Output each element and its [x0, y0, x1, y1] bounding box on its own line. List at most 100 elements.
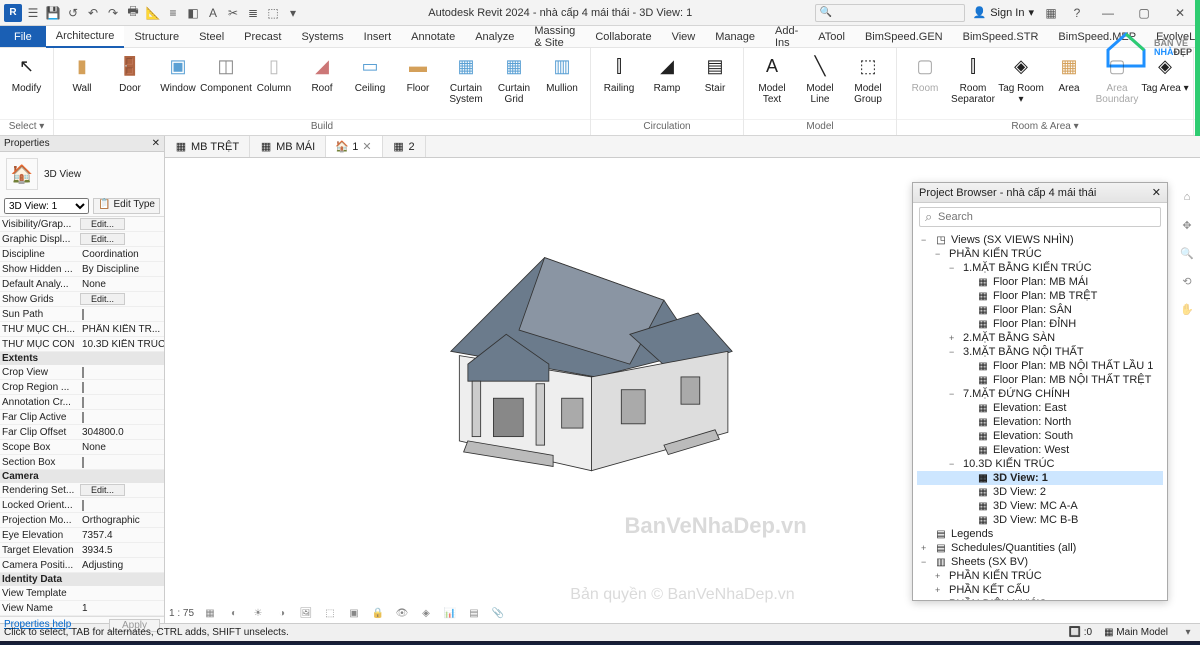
- pb-search-input[interactable]: [919, 207, 1161, 227]
- edit-button[interactable]: Edit...: [80, 218, 125, 230]
- property-row[interactable]: Show GridsEdit...: [0, 292, 164, 307]
- mullion-button[interactable]: ▥Mullion: [538, 51, 586, 96]
- print-icon[interactable]: 🖶: [124, 4, 142, 22]
- tree-node[interactable]: ▦Floor Plan: ĐỈNH: [917, 317, 1163, 331]
- property-row[interactable]: Locked Orient...: [0, 498, 164, 513]
- tag-room-button[interactable]: ◈Tag Room ▾: [997, 51, 1045, 107]
- tree-node[interactable]: ▦Floor Plan: MB TRỆT: [917, 289, 1163, 303]
- tree-twisty-icon[interactable]: +: [935, 599, 945, 600]
- property-row[interactable]: THƯ MỤC CON10.3D KIẾN TRÚC: [0, 337, 164, 352]
- property-row[interactable]: View Name1: [0, 601, 164, 616]
- props-close-icon[interactable]: ✕: [152, 138, 160, 149]
- zoom-icon[interactable]: 🔍: [1178, 244, 1196, 262]
- tree-twisty-icon[interactable]: −: [949, 389, 959, 399]
- close-icon[interactable]: ✕: [362, 140, 371, 153]
- stair-button[interactable]: ▤Stair: [691, 51, 739, 96]
- tree-twisty-icon[interactable]: −: [935, 249, 945, 259]
- view-tab[interactable]: ▦2: [383, 136, 426, 157]
- room-sep-button[interactable]: ⫿Room Separator: [949, 51, 997, 107]
- property-row[interactable]: Graphic Displ...Edit...: [0, 232, 164, 247]
- modify-button[interactable]: ↖Modify: [4, 51, 49, 96]
- edit-button[interactable]: Edit...: [80, 484, 125, 496]
- property-row[interactable]: Rendering Set...Edit...: [0, 483, 164, 498]
- room-button[interactable]: ▢Room: [901, 51, 949, 96]
- tab-annotate[interactable]: Annotate: [401, 26, 465, 47]
- view-tab[interactable]: ▦MB MÁI: [250, 136, 326, 157]
- tab-architecture[interactable]: Architecture: [46, 26, 125, 48]
- sign-in-button[interactable]: 👤 Sign In ▾: [973, 6, 1034, 19]
- text-icon[interactable]: A: [204, 4, 222, 22]
- tree-node[interactable]: ▤Legends: [917, 527, 1163, 541]
- model-text-button[interactable]: AModel Text: [748, 51, 796, 107]
- ramp-button[interactable]: ◢Ramp: [643, 51, 691, 96]
- model-group-button[interactable]: ⬚Model Group: [844, 51, 892, 107]
- tab-bsstr[interactable]: BimSpeed.STR: [953, 26, 1049, 47]
- sun-icon[interactable]: ☀: [250, 605, 266, 621]
- tree-node[interactable]: ▦Floor Plan: SÂN: [917, 303, 1163, 317]
- property-row[interactable]: Crop View: [0, 365, 164, 380]
- help-icon[interactable]: ?: [1068, 4, 1086, 22]
- tree-twisty-icon[interactable]: +: [949, 333, 959, 343]
- tab-steel[interactable]: Steel: [189, 26, 234, 47]
- tree-node[interactable]: −PHẦN KIẾN TRÚC: [917, 247, 1163, 261]
- property-row[interactable]: DisciplineCoordination: [0, 247, 164, 262]
- tab-manage[interactable]: Manage: [705, 26, 765, 47]
- tree-node[interactable]: ▦3D View: MC A-A: [917, 499, 1163, 513]
- tree-twisty-icon[interactable]: −: [921, 557, 931, 567]
- property-row[interactable]: Section Box: [0, 455, 164, 470]
- property-row[interactable]: Crop Region ...: [0, 380, 164, 395]
- redo-icon[interactable]: ↷: [104, 4, 122, 22]
- tree-node[interactable]: ▦Floor Plan: MB NỘI THẤT LẦU 1: [917, 359, 1163, 373]
- tree-node[interactable]: −7.MẶT ĐỨNG CHÍNH: [917, 387, 1163, 401]
- tree-node[interactable]: −◳Views (SX VIEWS NHÌN): [917, 233, 1163, 247]
- align-icon[interactable]: ≡: [164, 4, 182, 22]
- tree-node[interactable]: ▦Elevation: East: [917, 401, 1163, 415]
- minimize-button[interactable]: —: [1094, 6, 1122, 20]
- tab-precast[interactable]: Precast: [234, 26, 291, 47]
- tab-atool[interactable]: ATool: [808, 26, 855, 47]
- tree-twisty-icon[interactable]: +: [935, 571, 945, 581]
- tab-analyze[interactable]: Analyze: [465, 26, 524, 47]
- sync-icon[interactable]: ↺: [64, 4, 82, 22]
- tree-twisty-icon[interactable]: +: [921, 543, 931, 553]
- property-row[interactable]: Sun Path: [0, 307, 164, 322]
- revit-app-icon[interactable]: R: [4, 4, 22, 22]
- property-row[interactable]: Projection Mo...Orthographic: [0, 513, 164, 528]
- tree-node[interactable]: ▦3D View: MC B-B: [917, 513, 1163, 527]
- tab-structure[interactable]: Structure: [124, 26, 189, 47]
- tree-node[interactable]: ▦Floor Plan: MB NỘI THẤT TRỆT: [917, 373, 1163, 387]
- measure-icon[interactable]: 📐: [144, 4, 162, 22]
- property-row[interactable]: Scope BoxNone: [0, 440, 164, 455]
- tab-bsgen[interactable]: BimSpeed.GEN: [855, 26, 953, 47]
- tree-node[interactable]: ▦Floor Plan: MB MÁI: [917, 275, 1163, 289]
- title-search[interactable]: 🔍: [815, 4, 965, 22]
- checkbox[interactable]: [82, 500, 84, 511]
- wall-button[interactable]: ▮Wall: [58, 51, 106, 96]
- checkbox[interactable]: [82, 397, 84, 408]
- pan-icon[interactable]: ✋: [1178, 300, 1196, 318]
- component-button[interactable]: ◫Component: [202, 51, 250, 96]
- tree-node[interactable]: +2.MẶT BẰNG SÀN: [917, 331, 1163, 345]
- visual-style-icon[interactable]: ◐: [226, 605, 242, 621]
- property-row[interactable]: Default Analy...None: [0, 277, 164, 292]
- window-button[interactable]: ▣Window: [154, 51, 202, 96]
- tree-node[interactable]: +PHẦN KIẾN TRÚC: [917, 569, 1163, 583]
- column-button[interactable]: ▯Column: [250, 51, 298, 96]
- render-icon[interactable]: 🖼: [298, 605, 314, 621]
- filter-icon[interactable]: ▾: [1180, 625, 1196, 641]
- tree-node[interactable]: −1.MẶT BẰNG KIẾN TRÚC: [917, 261, 1163, 275]
- lock-icon[interactable]: 🔒: [370, 605, 386, 621]
- tree-node[interactable]: ▦Elevation: South: [917, 429, 1163, 443]
- reveal-icon[interactable]: ◈: [418, 605, 434, 621]
- orbit-icon[interactable]: ⟲: [1178, 272, 1196, 290]
- type-selector[interactable]: 3D View: 1: [4, 198, 89, 214]
- home-icon[interactable]: ⌂: [1178, 188, 1196, 206]
- tree-node[interactable]: −3.MẶT BẰNG NỘI THẤT: [917, 345, 1163, 359]
- door-button[interactable]: 🚪Door: [106, 51, 154, 96]
- checkbox[interactable]: [82, 412, 84, 423]
- undo-icon[interactable]: ↶: [84, 4, 102, 22]
- properties-type[interactable]: 🏠 3D View: [0, 152, 164, 196]
- curtain-grid-button[interactable]: ▦Curtain Grid: [490, 51, 538, 107]
- property-row[interactable]: Far Clip Offset304800.0: [0, 425, 164, 440]
- tag-icon[interactable]: ◧: [184, 4, 202, 22]
